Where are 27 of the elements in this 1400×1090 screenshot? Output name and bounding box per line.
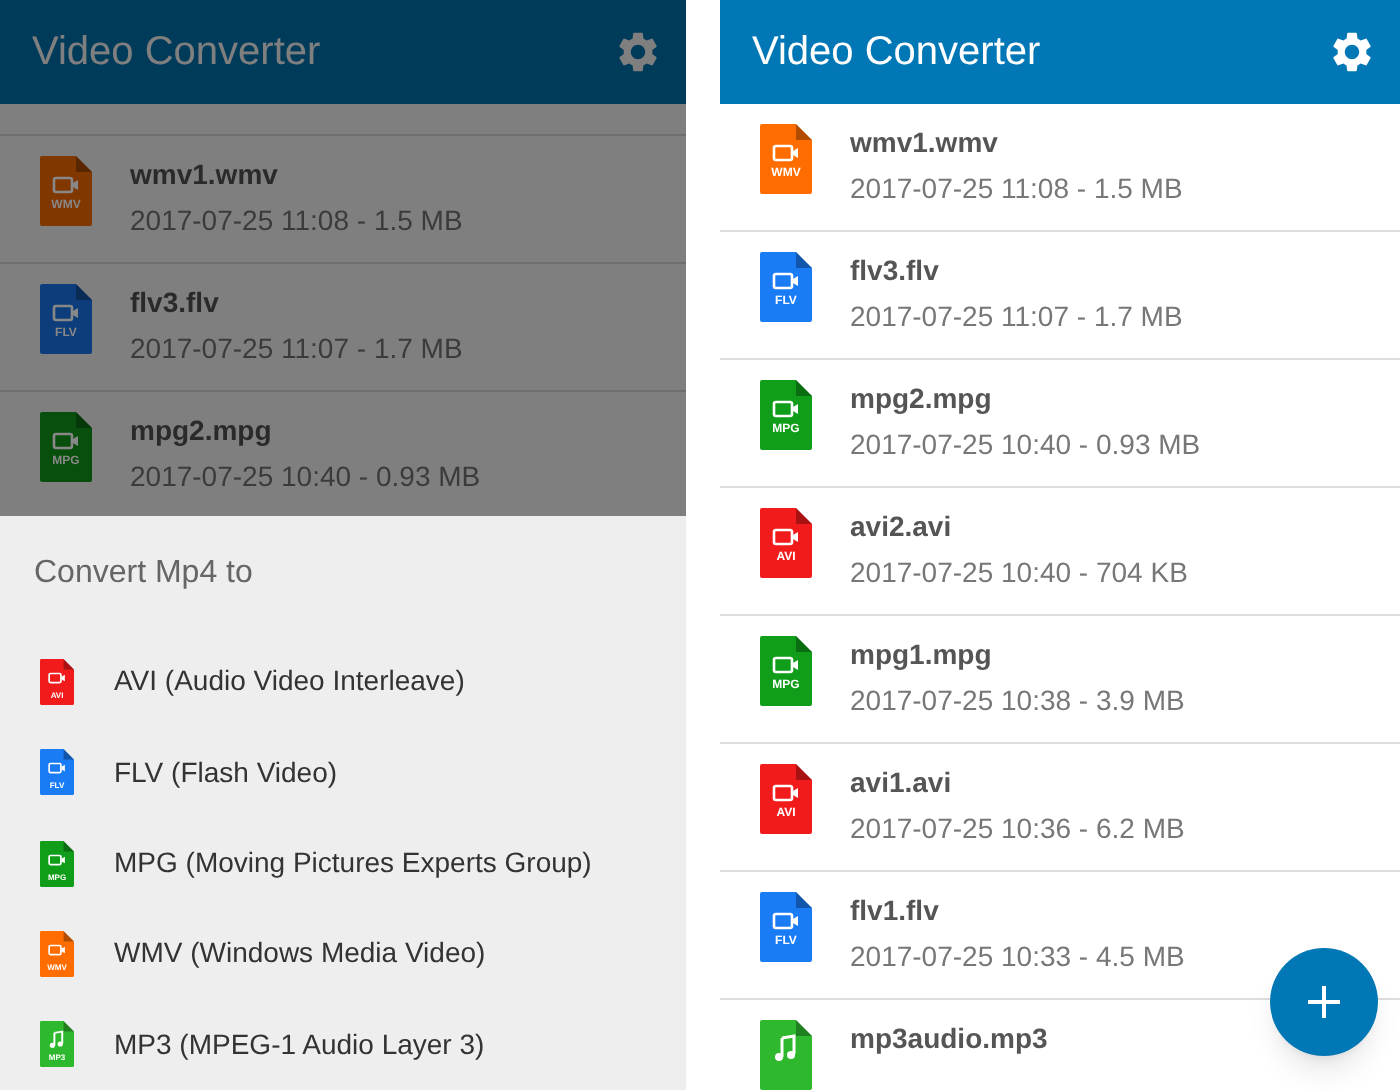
file-name: avi2.avi xyxy=(850,508,954,544)
file-name: flv1.flv xyxy=(850,892,941,928)
file-name: avi1.avi xyxy=(850,764,954,800)
file-details: 2017-07-25 10:38 - 3.9 MB xyxy=(850,682,1185,718)
file-details: 2017-07-25 11:07 - 1.7 MB xyxy=(130,330,463,366)
file-name: flv3.flv xyxy=(850,252,941,288)
file-details: 2017-07-25 10:40 - 0.93 MB xyxy=(130,458,481,494)
file-details: 2017-07-25 10:40 - 704 KB xyxy=(850,554,1188,590)
file-name: mpg2.mpg xyxy=(130,412,274,448)
plus-icon xyxy=(1306,984,1342,1020)
file-details: 2017-07-25 10:33 - 4.5 MB xyxy=(850,938,1185,974)
file-details: 2017-07-25 11:07 - 1.7 MB xyxy=(850,298,1183,334)
file-name: mpg1.mpg xyxy=(850,636,994,672)
file-details: 2017-07-25 11:08 - 1.5 MB xyxy=(130,202,463,238)
settings-icon[interactable] xyxy=(1328,28,1376,76)
file-name: wmv1.wmv xyxy=(130,156,280,192)
file-details: 2017-07-25 10:40 - 0.93 MB xyxy=(850,426,1201,462)
file-name: flv3.flv xyxy=(130,284,221,320)
sheet-title: Convert Mp4 to xyxy=(32,554,253,594)
app-title: Video Converter xyxy=(32,28,321,78)
settings-icon[interactable] xyxy=(614,28,662,76)
file-name: wmv1.wmv xyxy=(850,124,1000,160)
file-details: 2017-07-25 10:36 - 6.2 MB xyxy=(850,810,1185,846)
file-details: 2017-07-25 11:08 - 1.5 MB xyxy=(850,170,1183,206)
file-name: mp3audio.mp3 xyxy=(850,1020,1048,1056)
app-title: Video Converter xyxy=(752,28,1041,78)
file-name: mpg2.mpg xyxy=(850,380,994,416)
